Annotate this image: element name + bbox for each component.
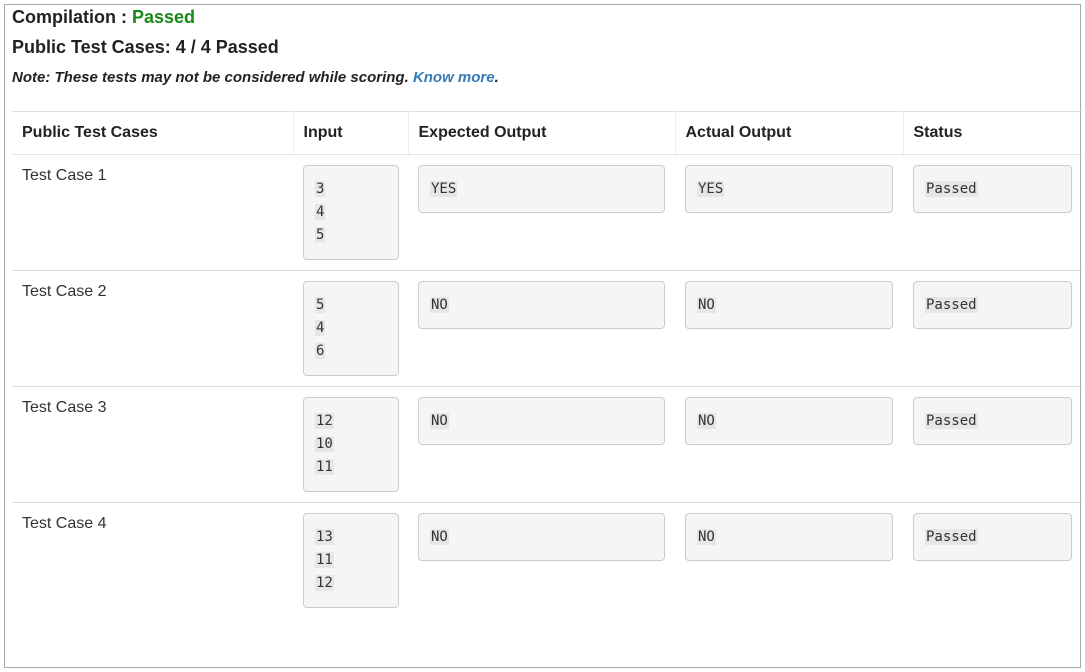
status-box: Passed — [913, 281, 1072, 329]
table-row: Test Case 4 13 11 12 NO NO Passed — [12, 502, 1082, 619]
status-box: Passed — [913, 513, 1072, 561]
column-header: Input — [293, 111, 409, 155]
input-box: 13 11 12 — [303, 513, 399, 608]
test-case-name: Test Case 1 — [22, 167, 107, 184]
test-cases-table: Public Test Cases Input Expected Output … — [12, 111, 1082, 619]
input-box: 5 4 6 — [303, 281, 399, 376]
note-text: Note: These tests may not be considered … — [12, 69, 413, 86]
column-header: Public Test Cases — [12, 111, 294, 155]
column-header: Actual Output — [675, 111, 904, 155]
compilation-status: Compilation : Passed — [12, 7, 195, 28]
expected-output-box: YES — [418, 165, 665, 213]
test-case-name: Test Case 4 — [22, 515, 107, 532]
compilation-result: Passed — [132, 7, 196, 27]
scoring-note: Note: These tests may not be considered … — [12, 69, 499, 86]
results-panel: Compilation : Passed Public Test Cases: … — [4, 4, 1082, 668]
input-box: 3 4 5 — [303, 165, 399, 260]
actual-output-box: YES — [685, 165, 893, 213]
column-header: Expected Output — [408, 111, 676, 155]
actual-output-box: NO — [685, 281, 893, 329]
expected-output-box: NO — [418, 397, 665, 445]
status-box: Passed — [913, 397, 1072, 445]
expected-output-box: NO — [418, 513, 665, 561]
note-end: . — [494, 69, 499, 86]
test-summary: Public Test Cases: 4 / 4 Passed — [12, 37, 279, 57]
expected-output-box: NO — [418, 281, 665, 329]
table-header-row: Public Test Cases Input Expected Output … — [12, 111, 1082, 155]
table-row: Test Case 2 5 4 6 NO NO Passed — [12, 270, 1082, 387]
actual-output-box: NO — [685, 397, 893, 445]
actual-output-box: NO — [685, 513, 893, 561]
compilation-label: Compilation : — [12, 7, 132, 27]
input-box: 12 10 11 — [303, 397, 399, 492]
know-more-link[interactable]: Know more — [413, 69, 495, 86]
table-row: Test Case 1 3 4 5 YES YES Passed — [12, 154, 1082, 271]
test-case-name: Test Case 3 — [22, 399, 107, 416]
test-case-name: Test Case 2 — [22, 283, 107, 300]
status-box: Passed — [913, 165, 1072, 213]
table-row: Test Case 3 12 10 11 NO NO Passed — [12, 386, 1082, 503]
column-header: Status — [903, 111, 1082, 155]
